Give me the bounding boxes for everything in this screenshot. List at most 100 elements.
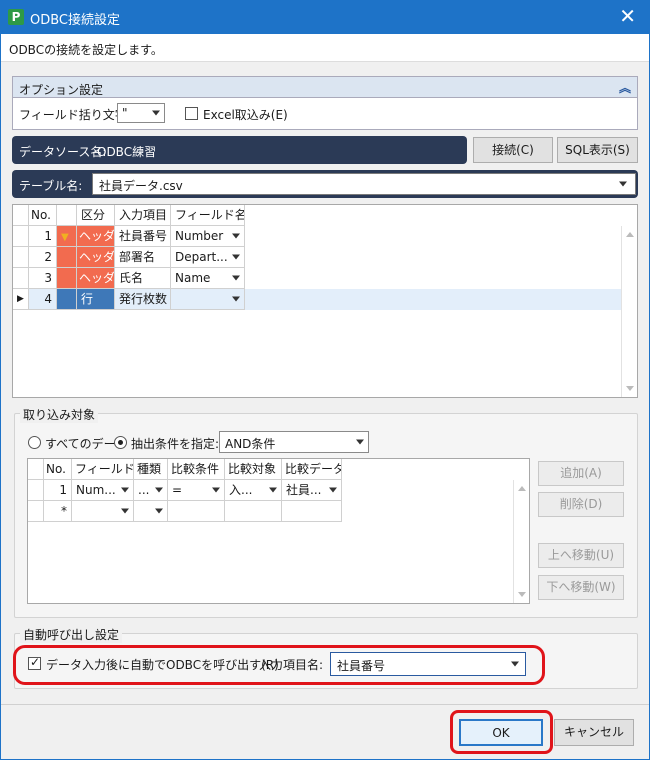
auto-call-label: データ入力後に自動でODBCを呼び出す(R) bbox=[46, 658, 279, 672]
excel-import-label: Excel取込み(E) bbox=[203, 108, 288, 122]
row-no: 1 bbox=[44, 480, 72, 501]
row-data-select[interactable]: 社員... bbox=[282, 480, 342, 501]
chevron-down-icon bbox=[232, 275, 240, 281]
row-kubun[interactable]: ヘッダ bbox=[77, 268, 115, 289]
datasource-value: ODBC練習 bbox=[97, 145, 157, 159]
row-kind-select[interactable]: ... bbox=[134, 480, 168, 501]
row-field-select[interactable]: Num... bbox=[72, 480, 134, 501]
input-item-select[interactable]: 社員番号 bbox=[330, 652, 526, 676]
row-marker bbox=[57, 247, 77, 268]
row-cmp-select[interactable]: = bbox=[168, 480, 225, 501]
sql-view-button[interactable]: SQL表示(S) bbox=[557, 137, 638, 163]
chevron-down-icon bbox=[232, 296, 240, 302]
new-row-cmp[interactable] bbox=[168, 501, 225, 522]
cancel-button[interactable]: キャンセル bbox=[554, 719, 634, 746]
row-header[interactable] bbox=[13, 247, 29, 268]
description-bar: ODBCの接続を設定します。 bbox=[1, 34, 649, 62]
auto-call-checkbox[interactable] bbox=[28, 655, 41, 670]
arrow-marker-icon: ▼ bbox=[61, 232, 69, 243]
delete-button[interactable]: 削除(D) bbox=[538, 492, 624, 517]
new-row-marker: * bbox=[44, 501, 72, 522]
chevron-down-icon bbox=[212, 487, 220, 493]
excel-import-checkbox[interactable] bbox=[185, 107, 198, 120]
row-kubun[interactable]: 行 bbox=[77, 289, 115, 310]
chevron-down-icon bbox=[152, 110, 160, 116]
row-header[interactable] bbox=[28, 501, 44, 522]
new-row-field-select[interactable] bbox=[72, 501, 134, 522]
row-field-value: Depart... bbox=[175, 250, 228, 264]
options-title: オプション設定 bbox=[19, 83, 104, 97]
col-header-field: フィールド名 bbox=[72, 459, 134, 480]
row-item[interactable]: 部署名 bbox=[115, 247, 171, 268]
row-header-corner bbox=[28, 459, 44, 480]
field-grid: No. 区分 入力項目 フィールド名 1 ▼ ヘッダ 社員番号 Number 2… bbox=[12, 204, 638, 398]
move-down-button[interactable]: 下へ移動(W) bbox=[538, 575, 624, 600]
close-icon[interactable]: ✕ bbox=[619, 5, 636, 27]
table-select[interactable]: 社員データ.csv bbox=[92, 173, 636, 195]
window-border-left bbox=[0, 34, 1, 760]
row-cmp-value: = bbox=[172, 483, 183, 497]
selected-row-fill bbox=[245, 289, 623, 310]
row-kubun[interactable]: ヘッダ bbox=[77, 247, 115, 268]
row-item[interactable]: 社員番号 bbox=[115, 226, 171, 247]
row-target-select[interactable]: 入... bbox=[225, 480, 282, 501]
condition-label: 抽出条件を指定: bbox=[131, 437, 220, 451]
new-row-data[interactable] bbox=[282, 501, 342, 522]
row-marker bbox=[57, 289, 77, 310]
col-header-cmp: 比較条件 bbox=[168, 459, 225, 480]
condition-radio[interactable] bbox=[114, 436, 127, 449]
row-field-select[interactable]: Depart... bbox=[171, 247, 245, 268]
chevron-down-icon bbox=[121, 487, 129, 493]
table-label: テーブル名: bbox=[19, 179, 83, 193]
row-field-select[interactable]: Number bbox=[171, 226, 245, 247]
row-no: 1 bbox=[29, 226, 57, 247]
row-header-corner bbox=[13, 205, 29, 226]
row-header[interactable] bbox=[28, 480, 44, 501]
scroll-down-icon[interactable] bbox=[626, 386, 634, 391]
scroll-up-icon[interactable] bbox=[626, 232, 634, 237]
input-item-label: 入力項目名: bbox=[259, 658, 324, 672]
row-header[interactable] bbox=[13, 268, 29, 289]
row-kubun[interactable]: ヘッダ bbox=[77, 226, 115, 247]
row-item[interactable]: 発行枚数 bbox=[115, 289, 171, 310]
window-title: ODBC接続設定 bbox=[30, 13, 121, 28]
description-text: ODBCの接続を設定します。 bbox=[9, 43, 163, 57]
row-item[interactable]: 氏名 bbox=[115, 268, 171, 289]
all-data-radio[interactable] bbox=[28, 436, 41, 449]
col-header-no: No. bbox=[29, 205, 57, 226]
condition-select[interactable]: AND条件 bbox=[219, 431, 369, 453]
new-row-kind-select[interactable] bbox=[134, 501, 168, 522]
new-row-target[interactable] bbox=[225, 501, 282, 522]
scroll-down-icon[interactable] bbox=[518, 592, 526, 597]
move-up-button[interactable]: 上へ移動(U) bbox=[538, 543, 624, 568]
ok-button[interactable]: OK bbox=[459, 719, 543, 746]
connect-button[interactable]: 接続(C) bbox=[473, 137, 553, 163]
grid-scrollbar[interactable] bbox=[621, 226, 637, 397]
row-target-value: 入... bbox=[229, 483, 253, 497]
col-header-item: 入力項目 bbox=[115, 205, 171, 226]
current-row-icon[interactable]: ▶ bbox=[13, 289, 29, 310]
row-data-value: 社員... bbox=[286, 483, 322, 497]
row-header[interactable] bbox=[13, 226, 29, 247]
col-header-field: フィールド名 bbox=[171, 205, 245, 226]
row-no: 3 bbox=[29, 268, 57, 289]
import-legend: 取り込み対象 bbox=[20, 406, 99, 423]
add-button[interactable]: 追加(A) bbox=[538, 461, 624, 486]
row-field-select[interactable]: Name bbox=[171, 268, 245, 289]
options-header[interactable]: オプション設定 ︽ bbox=[12, 76, 638, 98]
condition-scrollbar[interactable] bbox=[513, 480, 529, 603]
col-header-target: 比較対象 bbox=[225, 459, 282, 480]
chevron-down-icon bbox=[511, 661, 519, 667]
condition-grid: No. フィールド名 種類 比較条件 比較対象 比較データ 1 Num... .… bbox=[27, 458, 530, 604]
condition-value: AND条件 bbox=[225, 437, 276, 451]
row-field-select[interactable] bbox=[171, 289, 245, 310]
col-header-marker bbox=[57, 205, 77, 226]
collapse-up-icon[interactable]: ︽ bbox=[619, 79, 631, 96]
col-header-data: 比較データ bbox=[282, 459, 342, 480]
datasource-label: データソース名: bbox=[19, 145, 107, 159]
quote-char-select[interactable]: " bbox=[117, 103, 165, 123]
row-marker: ▼ bbox=[57, 226, 77, 247]
scroll-up-icon[interactable] bbox=[518, 486, 526, 491]
footer-divider bbox=[1, 704, 649, 705]
chevron-down-icon bbox=[619, 181, 627, 187]
